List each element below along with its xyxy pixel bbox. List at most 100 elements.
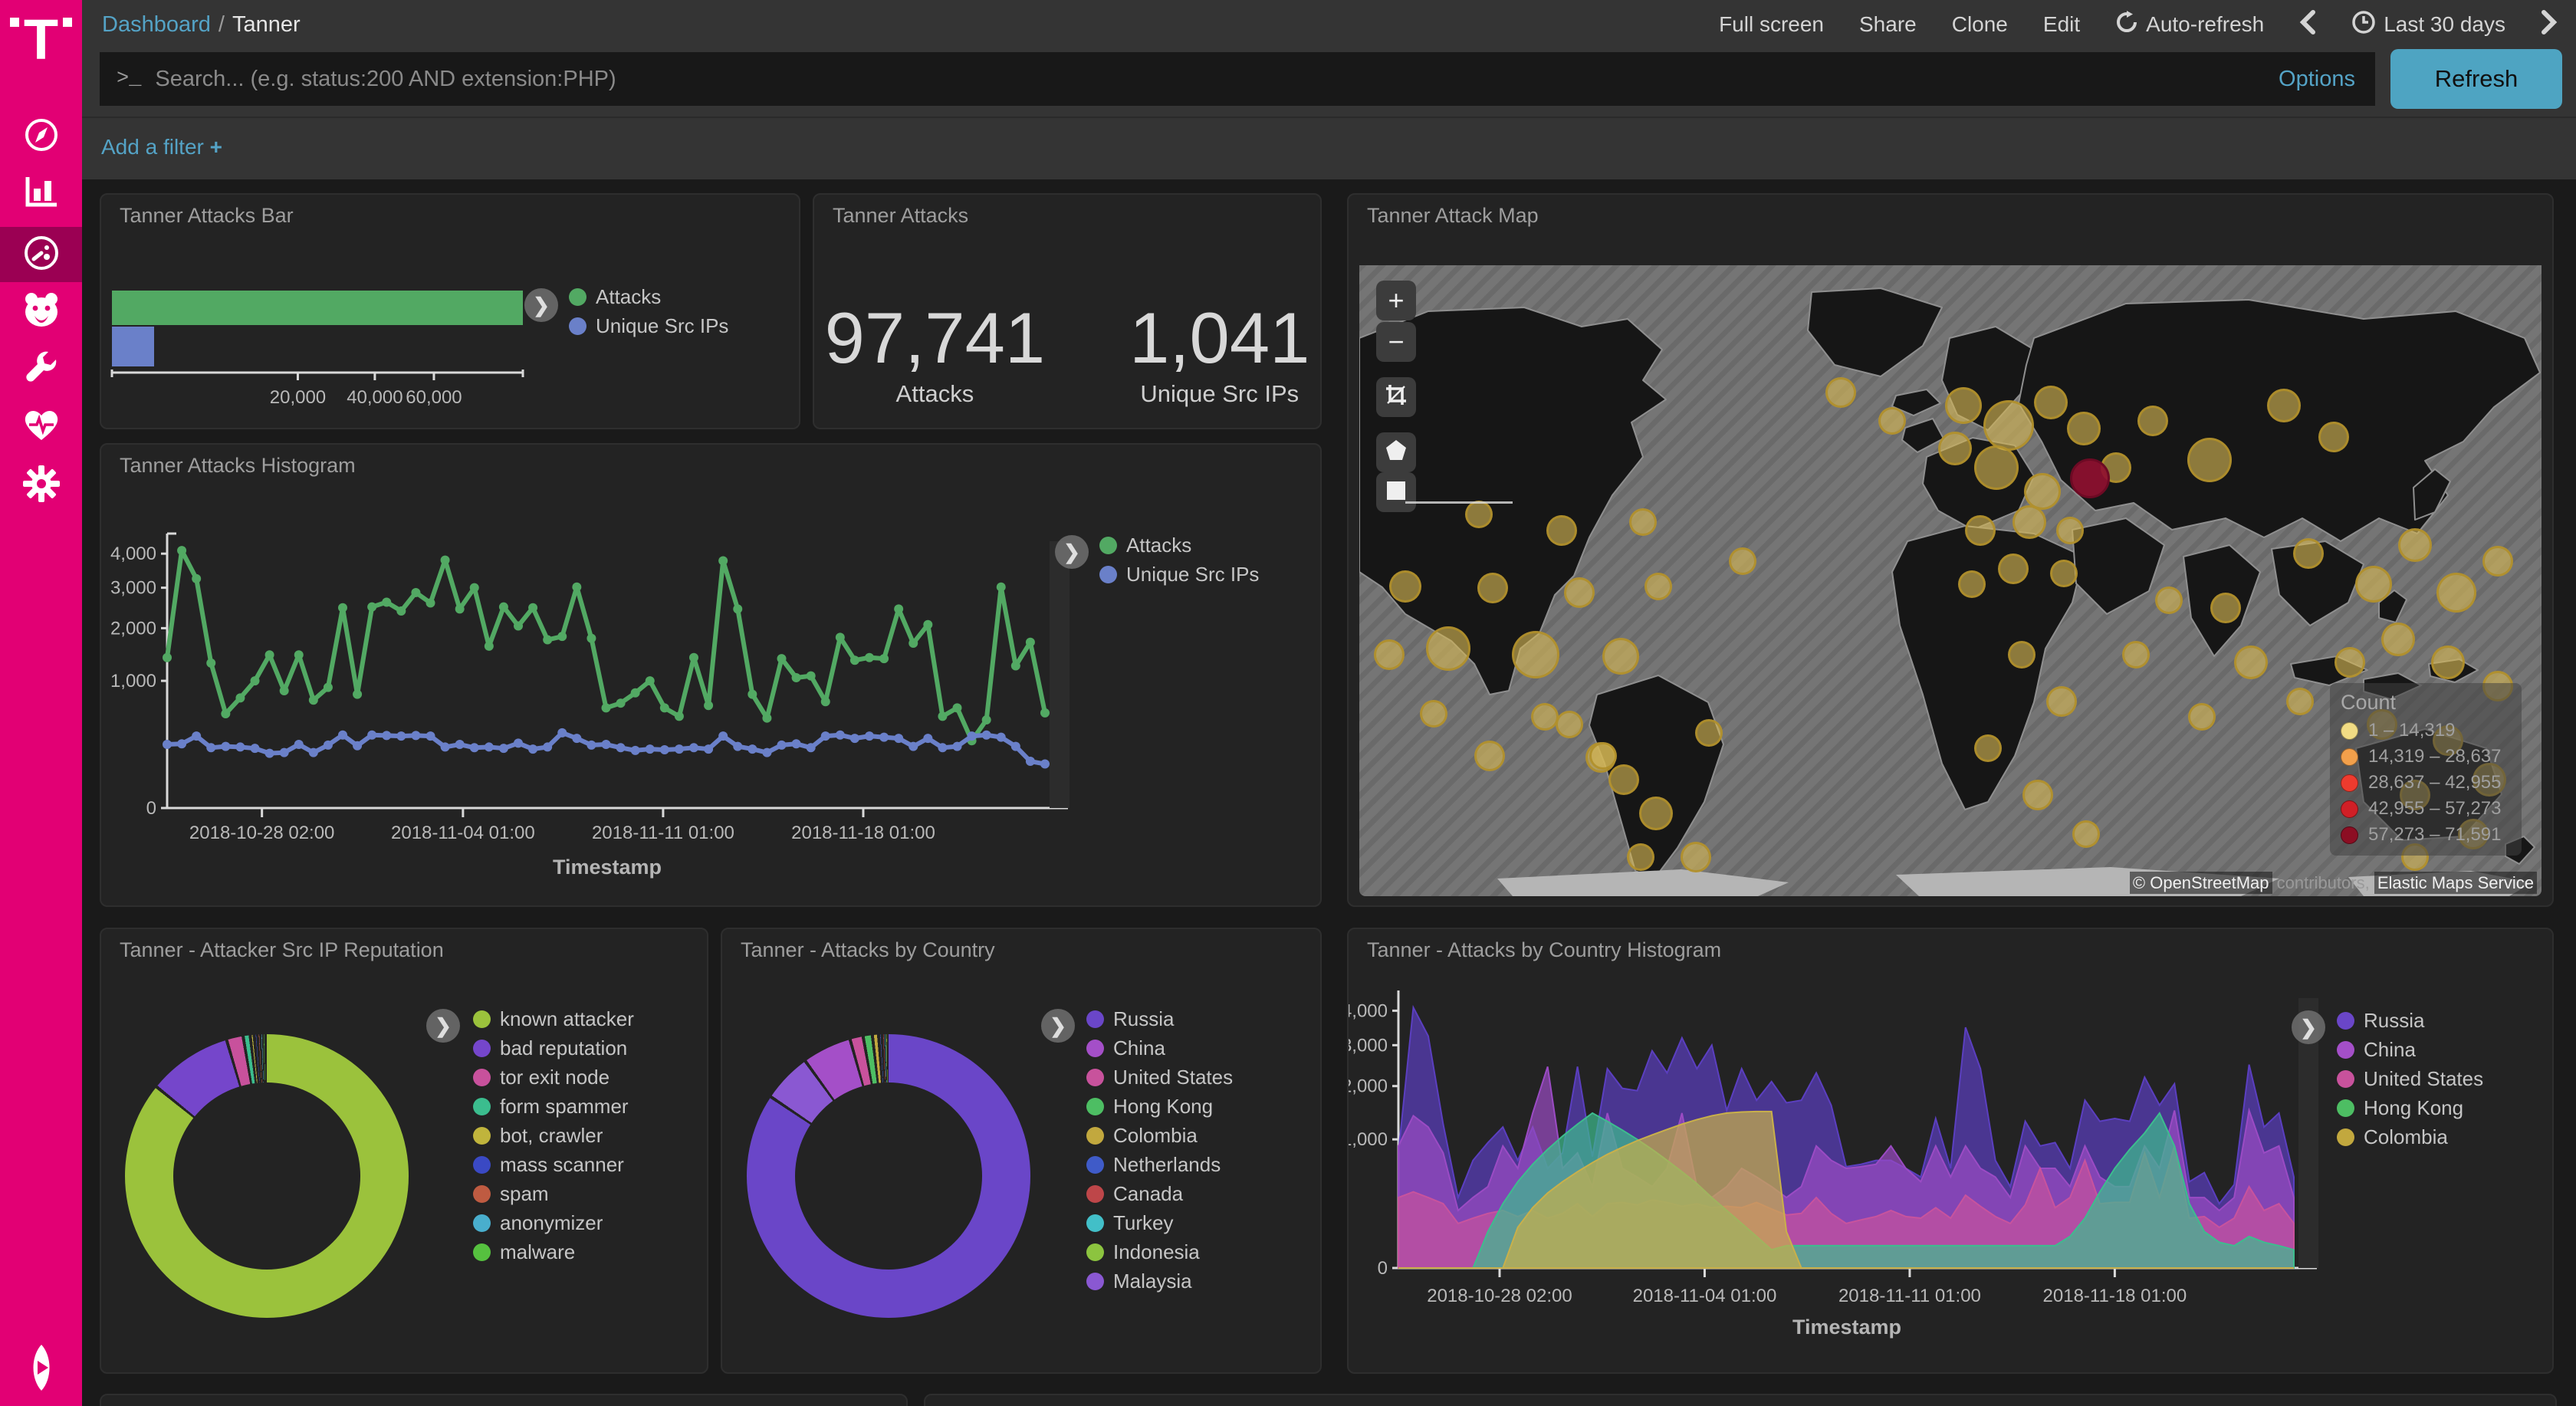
share-button[interactable]: Share xyxy=(1859,12,1917,37)
attack-location-circle[interactable] xyxy=(2267,389,2301,422)
attack-location-circle[interactable] xyxy=(2355,566,2392,603)
sidebar-item-visualize[interactable] xyxy=(0,167,82,218)
legend-expand-icon[interactable]: ❯ xyxy=(2292,1010,2325,1044)
world-map[interactable]: + − Count 1 – 14,31914,319 – 28,63728,63… xyxy=(1359,265,2542,896)
legend-expand-icon[interactable]: ❯ xyxy=(426,1009,460,1043)
attack-location-circle[interactable] xyxy=(1958,570,1986,598)
attack-location-circle[interactable] xyxy=(1998,554,2029,584)
attack-location-circle[interactable] xyxy=(2293,538,2324,569)
sidebar-item-discover[interactable] xyxy=(0,111,82,162)
attack-location-circle[interactable] xyxy=(2034,386,2068,419)
attack-location-circle[interactable] xyxy=(2122,641,2150,669)
attack-location-circle[interactable] xyxy=(1477,573,1508,603)
legend-expand-icon[interactable]: ❯ xyxy=(524,288,558,322)
clone-button[interactable]: Clone xyxy=(1952,12,2008,37)
legend-item[interactable]: Colombia xyxy=(1086,1121,1233,1150)
legend-item[interactable]: mass scanner xyxy=(473,1150,634,1179)
sidebar-item-monitoring[interactable] xyxy=(0,401,82,452)
legend-item[interactable]: Hong Kong xyxy=(2337,1093,2483,1122)
attack-location-circle[interactable] xyxy=(2334,647,2365,678)
breadcrumb-dashboard-link[interactable]: Dashboard xyxy=(102,12,211,37)
attack-location-circle[interactable] xyxy=(2137,406,2168,436)
attack-location-circle[interactable] xyxy=(2070,458,2110,498)
attack-location-circle[interactable] xyxy=(2046,686,2077,717)
attack-location-circle[interactable] xyxy=(1825,377,1856,408)
attack-location-circle[interactable] xyxy=(1681,842,1711,872)
legend-item[interactable]: form spammer xyxy=(473,1092,634,1121)
attack-location-circle[interactable] xyxy=(1556,711,1583,738)
attack-location-circle[interactable] xyxy=(1564,577,1595,608)
attack-location-circle[interactable] xyxy=(1608,764,1639,795)
sidebar-item-honeypot[interactable] xyxy=(0,287,82,337)
country-donut-chart[interactable] xyxy=(747,1034,1030,1318)
ems-attribution[interactable]: Elastic Maps Service xyxy=(2374,872,2537,894)
attack-location-circle[interactable] xyxy=(1629,508,1657,536)
attack-location-circle[interactable] xyxy=(1512,631,1559,678)
attack-location-circle[interactable] xyxy=(2072,820,2100,848)
sidebar-item-management[interactable] xyxy=(0,460,82,511)
legend-item[interactable]: United States xyxy=(2337,1064,2483,1093)
attack-location-circle[interactable] xyxy=(1644,573,1672,600)
attack-location-circle[interactable] xyxy=(2234,646,2268,679)
map-zoom-out-button[interactable]: − xyxy=(1376,322,1416,362)
legend-item[interactable]: Unique Src IPs xyxy=(569,311,728,340)
legend-item[interactable]: Colombia xyxy=(2337,1122,2483,1151)
legend-item[interactable]: China xyxy=(2337,1035,2483,1064)
attack-location-circle[interactable] xyxy=(1531,703,1559,731)
attack-location-circle[interactable] xyxy=(2155,586,2183,614)
attack-location-circle[interactable] xyxy=(2008,641,2036,669)
legend-item[interactable]: tor exit node xyxy=(473,1063,634,1092)
attack-location-circle[interactable] xyxy=(1639,797,1673,830)
attack-location-circle[interactable] xyxy=(2050,560,2078,587)
attack-location-circle[interactable] xyxy=(1945,387,1982,424)
options-link[interactable]: Options xyxy=(2279,67,2355,92)
attack-location-circle[interactable] xyxy=(2056,517,2084,544)
legend-item[interactable]: Attacks xyxy=(1099,531,1259,560)
attack-location-circle[interactable] xyxy=(1389,570,1421,603)
legend-item[interactable]: Russia xyxy=(2337,1006,2483,1035)
attack-location-circle[interactable] xyxy=(1602,638,1639,675)
attack-location-circle[interactable] xyxy=(1974,445,2019,490)
attack-location-circle[interactable] xyxy=(1695,719,1723,747)
time-forward-button[interactable] xyxy=(2541,10,2558,40)
attack-location-circle[interactable] xyxy=(1878,407,1906,435)
attack-location-circle[interactable] xyxy=(1627,843,1654,871)
attack-location-circle[interactable] xyxy=(2013,505,2046,539)
attack-location-circle[interactable] xyxy=(1965,515,1996,546)
attacks-line-chart[interactable]: 4,0003,0002,0001,00002018-10-28 02:00201… xyxy=(101,445,1320,905)
legend-item[interactable]: spam xyxy=(473,1179,634,1208)
attack-location-circle[interactable] xyxy=(2187,438,2232,482)
attack-location-circle[interactable] xyxy=(1938,432,1972,465)
attack-location-circle[interactable] xyxy=(2022,780,2053,810)
attack-location-circle[interactable] xyxy=(1729,547,1756,575)
reputation-donut-chart[interactable] xyxy=(125,1034,409,1318)
attack-location-circle[interactable] xyxy=(1546,515,1577,546)
legend-item[interactable]: known attacker xyxy=(473,1004,634,1033)
attack-location-circle[interactable] xyxy=(2482,546,2513,577)
fullscreen-button[interactable]: Full screen xyxy=(1719,12,1824,37)
legend-item[interactable]: Unique Src IPs xyxy=(1099,560,1259,589)
map-rectangle-tool-button[interactable] xyxy=(1376,472,1416,512)
map-crop-tool-button[interactable] xyxy=(1376,377,1416,417)
sidebar-item-devtools[interactable] xyxy=(0,345,82,396)
sidebar-collapse-button[interactable] xyxy=(0,1344,82,1395)
legend-item[interactable]: anonymizer xyxy=(473,1208,634,1237)
add-filter-link[interactable]: Add a filter + xyxy=(101,135,222,159)
map-zoom-in-button[interactable]: + xyxy=(1376,281,1416,320)
legend-item[interactable]: malware xyxy=(473,1237,634,1266)
legend-item[interactable]: Indonesia xyxy=(1086,1237,1233,1266)
attack-location-circle[interactable] xyxy=(2067,412,2101,445)
attack-location-circle[interactable] xyxy=(1426,626,1470,671)
attack-location-circle[interactable] xyxy=(1474,741,1505,771)
legend-item[interactable]: Attacks xyxy=(569,282,728,311)
attack-location-circle[interactable] xyxy=(1420,700,1447,728)
legend-item[interactable]: China xyxy=(1086,1033,1233,1063)
attack-location-circle[interactable] xyxy=(2431,646,2465,679)
attack-location-circle[interactable] xyxy=(2318,422,2349,452)
attack-location-circle[interactable] xyxy=(1589,742,1617,770)
sidebar-item-dashboard[interactable] xyxy=(0,227,82,282)
time-range-picker[interactable]: Last 30 days xyxy=(2351,10,2505,40)
attack-location-circle[interactable] xyxy=(2210,593,2241,623)
legend-item[interactable]: bot, crawler xyxy=(473,1121,634,1150)
legend-item[interactable]: Canada xyxy=(1086,1179,1233,1208)
